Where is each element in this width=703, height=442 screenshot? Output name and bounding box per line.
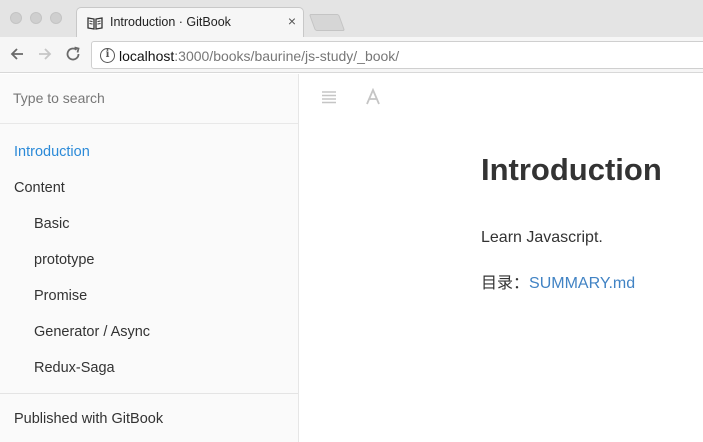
summary-link[interactable]: SUMMARY.md	[529, 275, 635, 292]
new-tab-button[interactable]	[308, 14, 346, 31]
search-box	[0, 74, 298, 124]
book-body: Introduction Learn Javascript. 目录：SUMMAR…	[300, 74, 703, 442]
intro-paragraph: Learn Javascript.	[481, 229, 603, 246]
book-sidebar: Introduction Content Basic prototype Pro…	[0, 74, 299, 442]
font-settings-icon[interactable]	[364, 88, 382, 106]
sidebar-item-introduction[interactable]: Introduction	[14, 144, 90, 160]
browser-tab[interactable]: Introduction · GitBook ×	[76, 7, 304, 38]
url-path: :3000/books/baurine/js-study/_book/	[174, 48, 400, 64]
minimize-window-button[interactable]	[30, 12, 42, 24]
published-footer: Published with GitBook	[0, 393, 298, 442]
tab-close-icon[interactable]: ×	[288, 13, 296, 29]
sidebar-item-promise[interactable]: Promise	[34, 288, 87, 304]
search-input[interactable]	[13, 88, 283, 108]
url-text[interactable]: localhost:3000/books/baurine/js-study/_b…	[119, 48, 399, 64]
page-title: Introduction	[481, 152, 662, 187]
toc-line: 目录：SUMMARY.md	[481, 269, 635, 293]
url-host: localhost	[119, 48, 175, 64]
reload-icon[interactable]	[63, 44, 83, 64]
back-arrow-icon[interactable]	[7, 44, 27, 64]
browser-toolbar: i localhost:3000/books/baurine/js-study/…	[0, 37, 703, 73]
sidebar-item-redux-saga[interactable]: Redux-Saga	[34, 360, 115, 376]
toc-toggle-icon[interactable]	[320, 88, 338, 106]
address-bar[interactable]: i localhost:3000/books/baurine/js-study/…	[91, 41, 703, 69]
published-with-gitbook-link[interactable]: Published with GitBook	[14, 411, 163, 427]
tab-strip: Introduction · GitBook ×	[0, 0, 703, 38]
close-window-button[interactable]	[10, 12, 22, 24]
forward-arrow-icon[interactable]	[35, 44, 55, 64]
toc-prefix: 目录：	[481, 275, 530, 292]
maximize-window-button[interactable]	[50, 12, 62, 24]
sidebar-item-basic[interactable]: Basic	[34, 216, 69, 232]
sidebar-item-prototype[interactable]: prototype	[34, 252, 94, 268]
sidebar-item-generator-async[interactable]: Generator / Async	[34, 324, 150, 340]
book-icon	[87, 17, 103, 30]
sidebar-item-content[interactable]: Content	[14, 180, 65, 196]
info-icon[interactable]: i	[100, 48, 115, 63]
tab-title: Introduction · GitBook	[110, 15, 231, 29]
